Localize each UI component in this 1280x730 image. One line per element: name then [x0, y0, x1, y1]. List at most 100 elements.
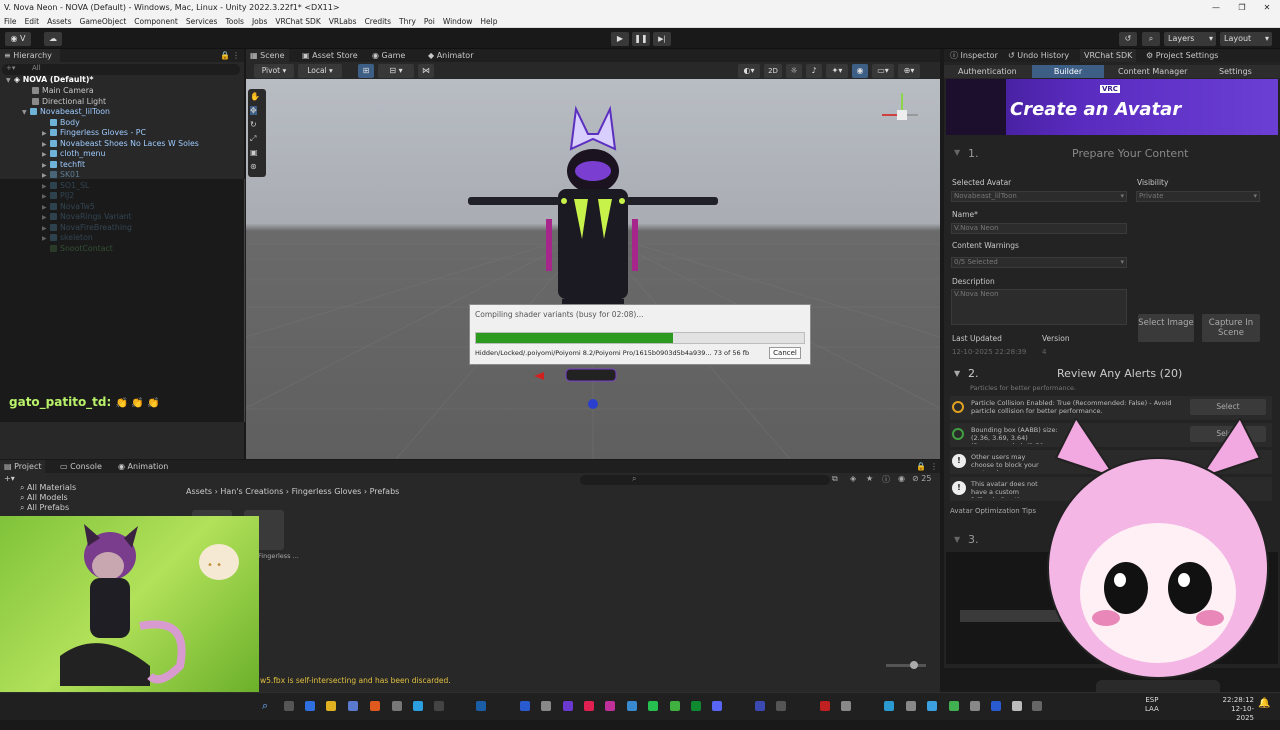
hierarchy-item-shoes[interactable]: ▶ Novabeast Shoes No Laces W Soles — [42, 139, 199, 150]
whatsapp-icon[interactable] — [648, 701, 658, 711]
orientation-gizmo[interactable] — [882, 93, 918, 120]
app-icon[interactable] — [906, 701, 916, 711]
step-button[interactable]: ▶| — [653, 32, 671, 46]
move-tool-icon[interactable]: ✥ — [250, 106, 257, 115]
zoom-slider[interactable] — [886, 661, 926, 669]
transform-tool-icon[interactable]: ⊛ — [250, 162, 257, 171]
menu-credits[interactable]: Credits — [365, 17, 391, 26]
tab-console[interactable]: ▭ Console — [56, 460, 106, 473]
app-icon[interactable] — [670, 701, 680, 711]
task-view-icon[interactable] — [284, 701, 294, 711]
app-icon[interactable] — [541, 701, 551, 711]
favorite-all-materials[interactable]: ⌕ All Materials — [20, 483, 76, 493]
cancel-button[interactable]: Cancel — [769, 347, 801, 359]
hierarchy-item-techfit[interactable]: ▶ techfit — [42, 160, 85, 171]
menu-services[interactable]: Services — [186, 17, 218, 26]
tab-hierarchy[interactable]: ≡ Hierarchy — [0, 49, 60, 62]
subtab-authentication[interactable]: Authentication — [958, 67, 1017, 76]
notification-icon[interactable]: 🔔 — [1258, 698, 1270, 709]
browser-icon[interactable] — [370, 701, 380, 711]
menu-edit[interactable]: Edit — [25, 17, 40, 26]
collapse-icon[interactable]: ▼ — [954, 369, 960, 378]
menu-gameobject[interactable]: GameObject — [80, 17, 127, 26]
favorite-all-models[interactable]: ⌕ All Models — [20, 493, 68, 503]
hand-tool-icon[interactable]: ✋ — [250, 92, 260, 101]
label-icon[interactable]: ◈ — [850, 474, 856, 483]
app-icon[interactable] — [949, 701, 959, 711]
discord-icon[interactable] — [712, 701, 722, 711]
content-warnings-dropdown[interactable]: 0/5 Selected ▾ — [951, 257, 1127, 268]
subtab-settings[interactable]: Settings — [1219, 67, 1252, 76]
file-explorer-icon[interactable] — [326, 701, 336, 711]
minimize-button[interactable]: — — [1203, 0, 1229, 15]
hierarchy-item-body[interactable]: Body — [50, 118, 80, 129]
menu-file[interactable]: File — [4, 17, 17, 26]
tab-animation[interactable]: ◉ Animation — [114, 460, 172, 473]
more-options-icon[interactable]: ⋮ — [930, 460, 938, 473]
collapse-icon[interactable]: ▼ — [954, 535, 960, 544]
app-icon[interactable] — [305, 701, 315, 711]
hierarchy-item-main-camera[interactable]: Main Camera — [32, 86, 94, 97]
snap-settings-icon[interactable]: ⊟ ▾ — [378, 64, 414, 78]
local-dropdown[interactable]: Local ▾ — [298, 64, 342, 78]
filter-icon[interactable]: ⧉ — [832, 474, 838, 484]
add-icon[interactable]: +▾ — [6, 64, 15, 72]
menu-component[interactable]: Component — [134, 17, 178, 26]
tab-project-settings[interactable]: ⚙ Project Settings — [1142, 49, 1222, 62]
app-icon[interactable] — [520, 701, 530, 711]
app-icon[interactable] — [392, 701, 402, 711]
breadcrumb-fingerless-gloves[interactable]: Fingerless Gloves — [292, 487, 362, 496]
increment-snap-icon[interactable]: ⋈ — [418, 64, 434, 78]
hierarchy-item-gloves[interactable]: ▶ Fingerless Gloves - PC — [42, 128, 146, 139]
description-input[interactable]: V.Nova Neon — [951, 289, 1127, 325]
breadcrumb-hans-creations[interactable]: Han's Creations — [220, 487, 283, 496]
tab-undo-history[interactable]: ↺ Undo History — [1004, 49, 1073, 62]
lighting-icon[interactable]: ☼ — [786, 64, 802, 78]
info-icon[interactable]: ⓘ — [882, 474, 890, 485]
close-button[interactable]: ✕ — [1254, 0, 1280, 15]
toggle-2d-button[interactable]: 2D — [764, 64, 782, 78]
menu-poi[interactable]: Poi — [424, 17, 435, 26]
steam-icon[interactable] — [476, 701, 486, 711]
app-icon[interactable] — [776, 701, 786, 711]
app-icon[interactable] — [584, 701, 594, 711]
lock-icon[interactable]: 🔒 — [220, 49, 230, 62]
cloud-icon[interactable]: ☁ — [44, 32, 62, 46]
breadcrumb-prefabs[interactable]: Prefabs — [370, 487, 400, 496]
project-search-input[interactable]: ⌕ — [580, 474, 830, 485]
xbox-icon[interactable] — [691, 701, 701, 711]
optimization-tips-link[interactable]: Avatar Optimization Tips — [950, 507, 1036, 515]
app-icon[interactable] — [627, 701, 637, 711]
play-button[interactable]: ▶ — [611, 32, 629, 46]
search-icon[interactable]: ⌕ — [1142, 32, 1160, 46]
account-button[interactable]: ◉ V — [5, 32, 31, 46]
visibility-icon[interactable]: ◉ — [898, 474, 905, 483]
app-icon[interactable] — [991, 701, 1001, 711]
hierarchy-item-scene[interactable]: ▼ ◈ NOVA (Default)* — [6, 75, 244, 86]
twitch-icon[interactable] — [563, 701, 573, 711]
clock[interactable]: 22:28:12 12-10-2025 — [1214, 696, 1254, 723]
hierarchy-search[interactable]: +▾ All — [2, 64, 240, 75]
alert-select-button[interactable]: Select — [1190, 399, 1266, 415]
unity-icon[interactable] — [970, 701, 980, 711]
favorite-icon[interactable]: ★ — [866, 474, 873, 483]
grid-snap-icon[interactable]: ⊞ — [358, 64, 374, 78]
zoom-slider-handle[interactable] — [910, 661, 918, 669]
visibility-dropdown[interactable]: Private ▾ — [1136, 191, 1260, 202]
menu-thry[interactable]: Thry — [399, 17, 416, 26]
pivot-dropdown[interactable]: Pivot ▾ — [254, 64, 294, 78]
breadcrumb-assets[interactable]: Assets — [186, 487, 212, 496]
history-icon[interactable]: ↺ — [1119, 32, 1137, 46]
app-icon[interactable] — [348, 701, 358, 711]
tab-vrchat-sdk[interactable]: VRChat SDK — [1080, 49, 1137, 62]
menu-vrchat-sdk[interactable]: VRChat SDK — [275, 17, 320, 26]
audio-icon[interactable]: ♪ — [806, 64, 822, 78]
app-icon[interactable] — [1032, 701, 1042, 711]
camera-icon[interactable]: ▭▾ — [872, 64, 894, 78]
tab-asset-store[interactable]: ▣ Asset Store — [298, 49, 362, 62]
name-input[interactable]: V.Nova Neon — [951, 223, 1127, 234]
visibility-icon[interactable]: ◉ — [852, 64, 868, 78]
tab-inspector[interactable]: ⓘ Inspector — [946, 49, 1002, 62]
selected-avatar-dropdown[interactable]: Novabeast_lilToon ▾ — [951, 191, 1127, 202]
app-icon[interactable] — [820, 701, 830, 711]
